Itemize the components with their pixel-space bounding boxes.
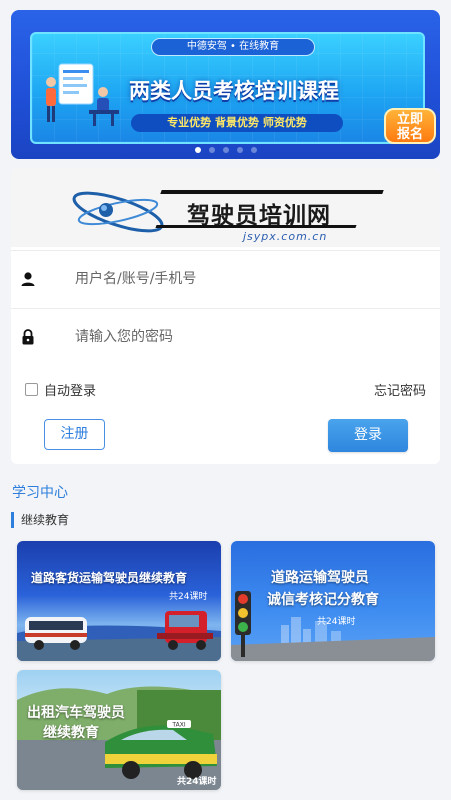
carousel-dot[interactable]	[236, 147, 243, 153]
course-hours: 共24课时	[169, 592, 208, 602]
enroll-now-button[interactable]: 立即 报名	[384, 108, 436, 144]
auto-login-checkbox[interactable]	[25, 382, 38, 396]
username-field	[11, 250, 440, 306]
banner-title: 两类人员考核培训课程	[129, 79, 339, 103]
course-title-line2: 继续教育	[43, 725, 99, 741]
course-title-line1: 出租汽车驾驶员	[27, 705, 125, 721]
password-field	[11, 308, 440, 364]
carousel-dot[interactable]	[194, 147, 201, 153]
taxi-sign: TAXI	[171, 722, 185, 729]
orbit-logo-icon	[72, 191, 164, 233]
enroll-line1: 立即	[396, 112, 423, 127]
banner-tagline: 中德安驾 • 在线教育	[151, 38, 315, 56]
banner-illustration	[46, 63, 119, 126]
logo-stripe	[155, 225, 357, 228]
register-button[interactable]: 注册	[44, 419, 105, 450]
course-hours: 共24课时	[177, 777, 217, 787]
forgot-password-link[interactable]: 忘记密码	[374, 380, 426, 399]
promo-banner[interactable]: 中德安驾 • 在线教育 两类人员考核培训课程 专业优势 背景优势 师资优势 立即…	[11, 10, 440, 159]
auto-login[interactable]: 自动登录	[25, 380, 97, 399]
username-input[interactable]	[75, 265, 415, 293]
user-icon	[21, 272, 35, 286]
logo-stripe	[160, 190, 384, 194]
course-title: 道路客货运输驾驶员继续教育	[31, 571, 188, 585]
course-card-passenger-freight[interactable]: 道路客货运输驾驶员继续教育 共24课时	[17, 541, 221, 661]
carousel-dots[interactable]	[11, 147, 440, 155]
course-card-taxi[interactable]: TAXI 出租汽车驾驶员 继续教育 共24课时	[17, 670, 221, 790]
password-input[interactable]	[75, 323, 415, 351]
banner-advantages: 专业优势 背景优势 师资优势	[131, 114, 343, 132]
lock-icon	[22, 329, 34, 345]
course-title-line2: 诚信考核记分教育	[267, 592, 379, 608]
login-button[interactable]: 登录	[328, 419, 408, 452]
carousel-dot[interactable]	[208, 147, 215, 153]
login-form: 驾驶员培训网 jsypx.com.cn 自动登录 忘记密码 注册 登录	[11, 168, 440, 464]
site-logo: 驾驶员培训网 jsypx.com.cn	[11, 168, 440, 247]
category-title: 继续教育	[11, 512, 69, 528]
study-center-title: 学习中心	[12, 485, 68, 501]
enroll-line2: 报名	[396, 127, 423, 142]
course-title-line1: 道路运输驾驶员	[271, 570, 369, 586]
carousel-dot[interactable]	[222, 147, 229, 153]
auto-login-label: 自动登录	[44, 383, 97, 399]
course-hours: 共24课时	[317, 617, 356, 627]
course-card-integrity-assessment[interactable]: 道路运输驾驶员 诚信考核记分教育 共24课时	[231, 541, 435, 661]
carousel-dot[interactable]	[250, 147, 257, 153]
logo-domain: jsypx.com.cn	[243, 230, 328, 243]
